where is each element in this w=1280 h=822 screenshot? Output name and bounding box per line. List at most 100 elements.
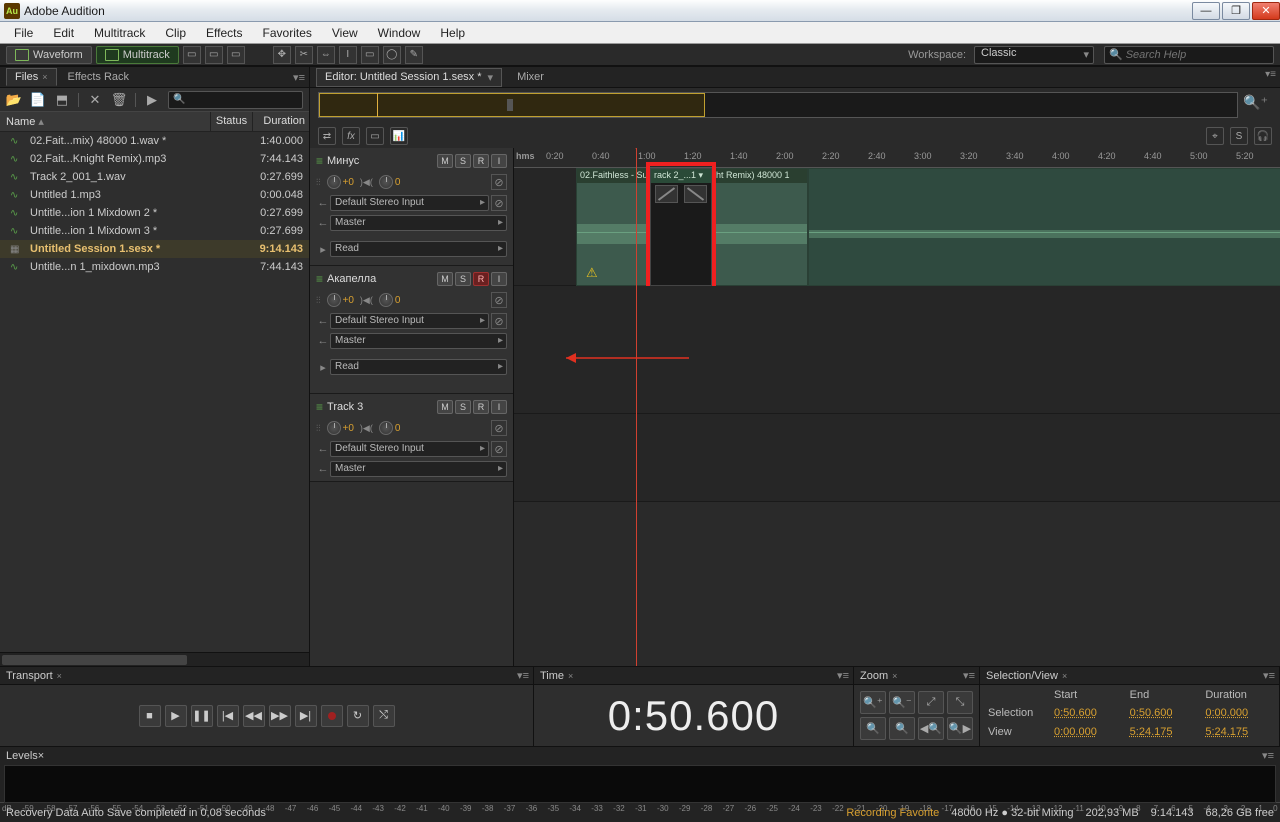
tt-3[interactable]: ▭	[366, 127, 384, 145]
sel-start[interactable]: 0:50.600	[1054, 707, 1120, 724]
volume-value[interactable]: +0	[343, 177, 354, 188]
output-select[interactable]: Master	[330, 333, 507, 349]
skip-button[interactable]: ⤭	[373, 705, 395, 727]
time-select-tool[interactable]: I	[339, 46, 357, 64]
pause-button[interactable]: ❚❚	[191, 705, 213, 727]
input-select[interactable]: Default Stereo Input	[330, 313, 489, 329]
pan-knob[interactable]	[379, 293, 393, 307]
zoom-in-h[interactable]: 🔍⁺	[860, 691, 886, 714]
new-file-icon[interactable]: 📄	[30, 92, 46, 108]
fx-bypass-button[interactable]: ⊘	[491, 420, 507, 436]
sel-end[interactable]: 0:50.600	[1130, 707, 1196, 724]
input-monitor-button[interactable]: I	[491, 400, 507, 414]
workspace-select[interactable]: Classic	[974, 46, 1094, 64]
files-hscroll[interactable]	[0, 652, 309, 666]
stop-button[interactable]: ■	[139, 705, 161, 727]
lasso-tool[interactable]: ◯	[383, 46, 401, 64]
pan-value[interactable]: 0	[395, 177, 401, 188]
output-select[interactable]: Master	[330, 215, 507, 231]
col-duration[interactable]: Duration	[253, 112, 309, 131]
input-select[interactable]: Default Stereo Input	[330, 441, 489, 457]
marquee-tool[interactable]: ▭	[361, 46, 379, 64]
track-header[interactable]: Минус M S R I ⫶⫶ +0 )◀( 0 ⊘ ←Default Ste…	[310, 148, 513, 266]
col-status[interactable]: Status	[211, 112, 253, 131]
sel-dur[interactable]: 0:00.000	[1205, 707, 1271, 724]
track-lanes[interactable]: hms 0:200:401:001:201:402:002:202:403:00…	[514, 148, 1280, 666]
brush-tool[interactable]: ✎	[405, 46, 423, 64]
zoom-sel[interactable]: ⤡	[947, 691, 973, 714]
pan-knob[interactable]	[379, 175, 393, 189]
file-row[interactable]: ∿ Untitle...n 1_mixdown.mp3 7:44.143	[0, 258, 309, 276]
play-button[interactable]: ▶	[165, 705, 187, 727]
col-name[interactable]: Name ▴	[0, 112, 211, 131]
input-config-button[interactable]: ⊘	[491, 441, 507, 457]
files-filter[interactable]	[168, 91, 303, 109]
menu-view[interactable]: View	[322, 24, 368, 42]
zoom-fit-icon[interactable]: 🔍⁺	[1243, 94, 1268, 111]
delete-icon[interactable]: 🗑	[111, 92, 127, 108]
slip-tool[interactable]: ⇔	[317, 46, 335, 64]
view-start[interactable]: 0:00.000	[1054, 726, 1120, 743]
solo-button[interactable]: S	[455, 272, 471, 286]
tt-2[interactable]: fx	[342, 127, 360, 145]
output-select[interactable]: Master	[330, 461, 507, 477]
menu-clip[interactable]: Clip	[155, 24, 196, 42]
playhead[interactable]	[636, 148, 637, 666]
solo-button[interactable]: S	[455, 400, 471, 414]
maximize-button[interactable]: ❐	[1222, 2, 1250, 20]
tt-s[interactable]: S	[1230, 127, 1248, 145]
time-ruler[interactable]: hms 0:200:401:001:201:402:002:202:403:00…	[514, 148, 1280, 168]
input-config-button[interactable]: ⊘	[491, 195, 507, 211]
file-row[interactable]: ∿ Track 2_001_1.wav 0:27.699	[0, 168, 309, 186]
tt-snap[interactable]: ⌖	[1206, 127, 1224, 145]
volume-knob[interactable]	[327, 421, 341, 435]
tt-4[interactable]: 📊	[390, 127, 408, 145]
rewind-button[interactable]: ◀◀	[243, 705, 265, 727]
lane-1[interactable]: 02.Faithless - Sun rack 2_...1 ▾ ht Remi…	[514, 168, 1280, 286]
file-row[interactable]: ∿ Untitle...ion 1 Mixdown 3 * 0:27.699	[0, 222, 309, 240]
volume-knob[interactable]	[327, 293, 341, 307]
file-row[interactable]: ∿ Untitled 1.mp3 0:00.048	[0, 186, 309, 204]
track-header[interactable]: Акапелла M S R I ⫶⫶ +0 )◀( 0 ⊘ ←Default …	[310, 266, 513, 394]
zoom-in-end[interactable]: 🔍▶	[947, 717, 973, 740]
zoom-out-v[interactable]: 🔍	[889, 717, 915, 740]
close-file-icon[interactable]: ✕	[87, 92, 103, 108]
record-button[interactable]	[321, 705, 343, 727]
file-row[interactable]: ∿ 02.Fait...Knight Remix).mp3 7:44.143	[0, 150, 309, 168]
menu-effects[interactable]: Effects	[196, 24, 252, 42]
ffwd-button[interactable]: ▶▶	[269, 705, 291, 727]
mute-button[interactable]: M	[437, 400, 453, 414]
tt-metronome[interactable]: 🎧	[1254, 127, 1272, 145]
open-file-icon[interactable]: 📂	[6, 92, 22, 108]
minimize-button[interactable]: —	[1192, 2, 1220, 20]
menu-edit[interactable]: Edit	[43, 24, 84, 42]
file-row[interactable]: ∿ Untitle...ion 1 Mixdown 2 * 0:27.699	[0, 204, 309, 222]
search-help[interactable]: 🔍	[1104, 46, 1274, 64]
clip-long[interactable]	[808, 168, 1280, 286]
panel-menu-icon[interactable]: ▾≡	[293, 71, 305, 84]
automation-mode[interactable]: Read	[330, 241, 507, 257]
zoom-in-start[interactable]: ◀🔍	[918, 717, 944, 740]
tool-1[interactable]: ▭	[183, 46, 201, 64]
zoom-in-v[interactable]: 🔍	[860, 717, 886, 740]
clip-faithless-right[interactable]: ht Remix) 48000 1	[712, 168, 808, 286]
menu-file[interactable]: File	[4, 24, 43, 42]
track-header[interactable]: Track 3 M S R I ⫶⫶ +0 )◀( 0 ⊘ ←Default S…	[310, 394, 513, 482]
menu-window[interactable]: Window	[368, 24, 431, 42]
timeline-overview[interactable]	[318, 92, 1238, 118]
import-icon[interactable]: ⬒	[54, 92, 70, 108]
rtz-button[interactable]: |◀	[217, 705, 239, 727]
menu-multitrack[interactable]: Multitrack	[84, 24, 155, 42]
waveform-mode-button[interactable]: Waveform	[6, 46, 92, 64]
file-row[interactable]: ▦ Untitled Session 1.sesx * 9:14.143	[0, 240, 309, 258]
clip-track2[interactable]: rack 2_...1 ▾	[650, 168, 712, 286]
editor-panel-menu[interactable]: ▾≡	[1265, 69, 1276, 80]
tab-effects-rack[interactable]: Effects Rack	[59, 68, 139, 86]
multitrack-mode-button[interactable]: Multitrack	[96, 46, 179, 64]
zoom-out-h[interactable]: 🔍⁻	[889, 691, 915, 714]
time-display[interactable]: 0:50.600	[534, 685, 853, 746]
arm-record-button[interactable]: R	[473, 400, 489, 414]
view-dur[interactable]: 5:24.175	[1205, 726, 1271, 743]
mute-button[interactable]: M	[437, 272, 453, 286]
editor-tab[interactable]: Editor: Untitled Session 1.sesx *	[316, 68, 502, 87]
